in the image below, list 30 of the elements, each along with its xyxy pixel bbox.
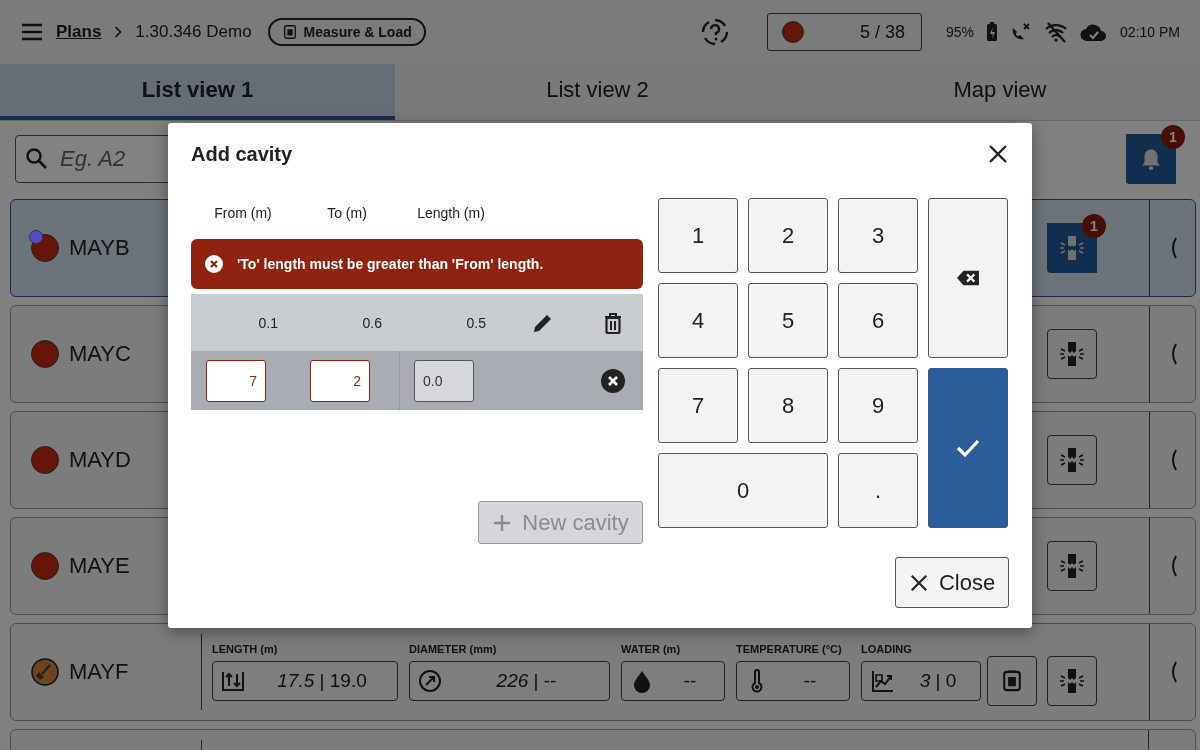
metric-field: -- xyxy=(736,661,850,701)
metric-field: 17.5 | 19.0 xyxy=(212,661,398,701)
metric-field: 226 | -- xyxy=(409,661,610,701)
clock: 02:10 PM xyxy=(1120,24,1180,40)
metric-label: TEMPERATURE (°C) xyxy=(736,643,843,655)
dialog-title: Add cavity xyxy=(191,142,293,166)
metric-label: LENGTH (m) xyxy=(212,643,279,655)
column-header: To (m) xyxy=(326,205,368,221)
column-header: Length (m) xyxy=(416,205,486,221)
count-badge: 1 xyxy=(1161,124,1185,149)
breadcrumb-text: 1.30.346 Demo xyxy=(135,22,252,42)
progress-count: 5 / 38 xyxy=(860,21,906,43)
metric-field: -- xyxy=(621,661,725,701)
table-cell-text: 0.5 xyxy=(465,314,487,331)
table-cell-text: 0.1 xyxy=(257,314,279,331)
metric-label: WATER (m) xyxy=(621,643,682,655)
column-header: From (m) xyxy=(213,205,273,221)
table-cell-text: 0.6 xyxy=(361,314,383,331)
hole-name: MAYC xyxy=(69,341,131,367)
hole-name: MAYD xyxy=(69,447,131,473)
metric-label: LOADING xyxy=(861,643,913,655)
metric-field: 3 | 0 xyxy=(861,661,981,701)
metric-label: DIAMETER (mm) xyxy=(409,643,498,655)
error-message: 'To' length must be greater than 'From' length. xyxy=(237,256,544,272)
hole-name: MAYE xyxy=(69,553,130,579)
hole-name: MAYF xyxy=(69,659,129,685)
count-badge: 1 xyxy=(1082,214,1106,238)
hole-name: MAYB xyxy=(69,235,130,261)
mode-chip: Measure & Load xyxy=(267,18,426,46)
battery-level: 95% xyxy=(946,24,975,40)
